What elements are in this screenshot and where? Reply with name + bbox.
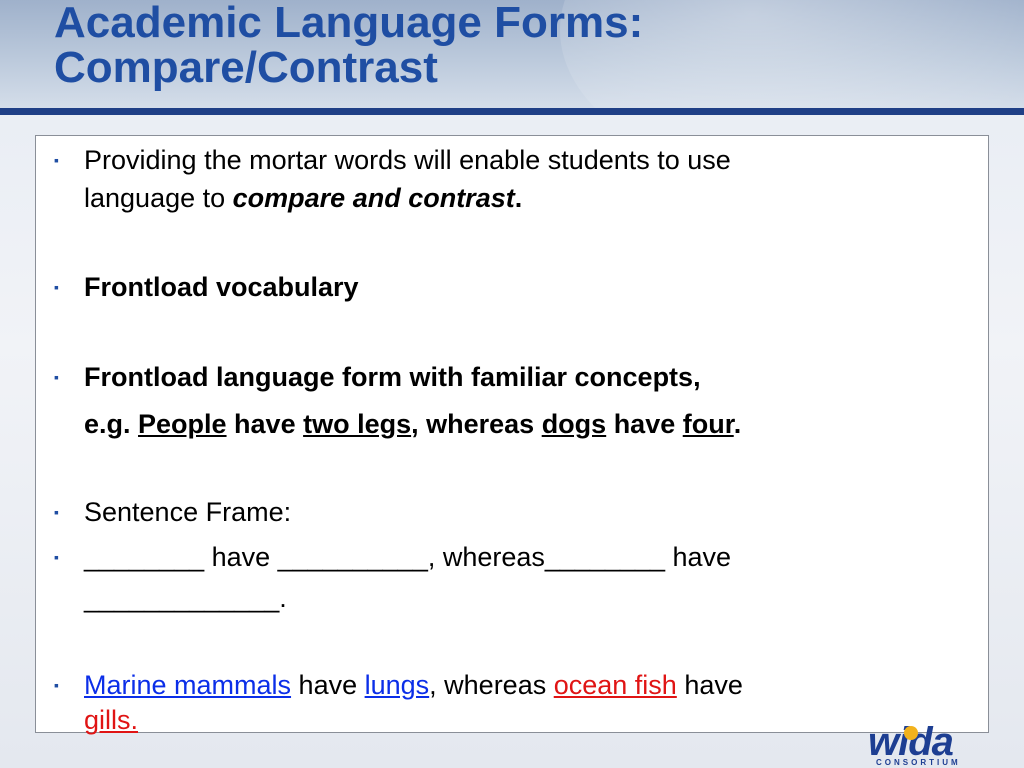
slide-title: Academic Language Forms: Compare/Contras… (54, 0, 643, 90)
bullet-1-line-1: Providing the mortar words will enable s… (84, 145, 731, 175)
title-line-1: Academic Language Forms: (54, 0, 644, 47)
bullet-6-line-1: Marine mammals have lungs, whereas ocean… (84, 667, 743, 704)
example-word-dogs: dogs (541, 409, 607, 439)
bullet-1-line-2: language to compare and contrast. (84, 180, 522, 217)
bullet-1-text: language to (84, 183, 233, 213)
gills-link[interactable]: gills. (84, 705, 138, 735)
bullet-3-line-1: Frontload language form with familiar co… (84, 362, 701, 392)
logo-subtitle: CONSORTIUM (876, 758, 961, 767)
ocean-fish-link[interactable]: ocean fish (554, 670, 677, 700)
bullet-4: Sentence Frame: (84, 497, 292, 527)
title-band: Academic Language Forms: Compare/Contras… (0, 0, 1024, 110)
bullet-1-emphasis: compare and contrast (232, 183, 515, 213)
example-text: , whereas (429, 670, 554, 700)
bullet-marker: ▪ (54, 677, 59, 693)
bullet-marker: ▪ (54, 504, 59, 520)
example-text: have (606, 409, 683, 439)
example-period: . (733, 409, 742, 439)
lungs-link[interactable]: lungs (365, 670, 430, 700)
logo-dot-icon (904, 726, 918, 740)
example-prefix: e.g. (84, 409, 139, 439)
content-box: ▪ Providing the mortar words will enable… (35, 135, 989, 735)
example-text: have (291, 670, 365, 700)
bullet-marker: ▪ (54, 279, 59, 295)
example-text: have (676, 670, 743, 700)
example-word-four: four (682, 409, 734, 439)
example-text: have (226, 409, 304, 439)
example-word-two-legs: two legs (303, 409, 412, 439)
bullet-marker: ▪ (54, 369, 59, 385)
wida-logo: wida CONSORTIUM (868, 722, 984, 768)
bullet-6-line-2: gills. (84, 702, 138, 739)
bullet-5-line-1: ________ have __________, whereas_______… (84, 542, 732, 572)
title-rule (0, 108, 1024, 115)
example-word-people: People (138, 409, 227, 439)
bullet-2: Frontload vocabulary (84, 272, 359, 302)
title-line-2: Compare/Contrast (54, 43, 438, 92)
bullet-5-line-2: _____________. (84, 583, 287, 613)
bullet-marker: ▪ (54, 549, 59, 565)
bullet-3-line-2: e.g. People have two legs, whereas dogs … (84, 406, 741, 443)
example-text: , whereas (411, 409, 542, 439)
bullet-1-period: . (514, 183, 523, 213)
marine-mammals-link[interactable]: Marine mammals (84, 670, 291, 700)
bullet-marker: ▪ (54, 152, 59, 168)
